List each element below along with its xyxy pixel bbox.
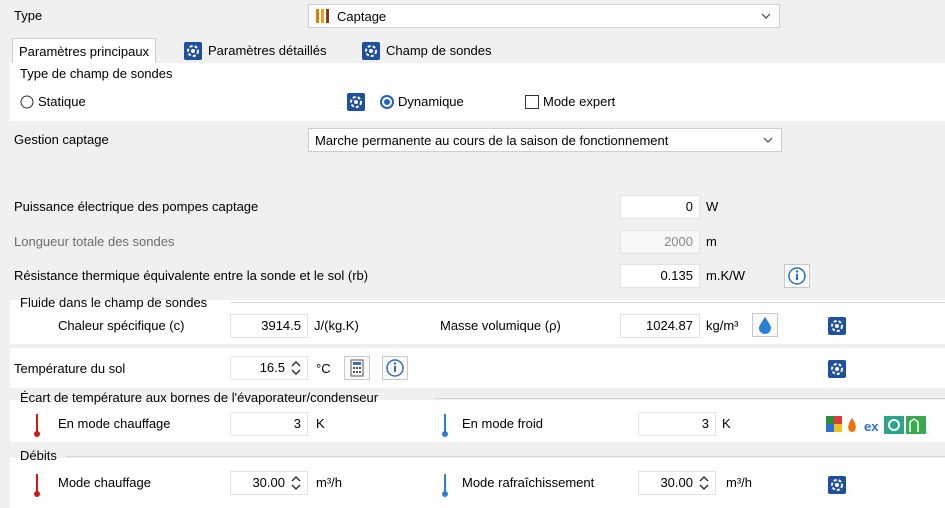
resistance-label: Résistance thermique équivalente entre l… xyxy=(14,268,369,283)
debit-rafraichissement-unit: m³/h xyxy=(726,475,752,490)
tab-champ-de-sondes[interactable]: Champ de sondes xyxy=(356,38,498,64)
ecart-chauffage-unit: K xyxy=(316,416,325,431)
divider xyxy=(230,302,945,303)
gear-icon[interactable] xyxy=(828,476,846,494)
debit-rafraichissement-label: Mode rafraîchissement xyxy=(462,475,595,490)
resistance-input[interactable]: 0.135 xyxy=(620,264,700,288)
ecart-title: Écart de température aux bornes de l'éva… xyxy=(20,390,379,405)
tab-label: Paramètres détaillés xyxy=(208,43,327,58)
type-label: Type xyxy=(14,8,43,23)
gear-icon[interactable] xyxy=(828,360,846,378)
debit-chauffage-unit: m³/h xyxy=(316,475,342,490)
debits-title: Débits xyxy=(20,448,57,463)
temp-sol-value: 16.5 xyxy=(259,360,285,375)
thermometer-cold-icon xyxy=(442,414,448,437)
puissance-label: Puissance électrique des pompes captage xyxy=(14,199,259,214)
tab-label: Paramètres principaux xyxy=(19,43,150,59)
debit-chauffage-value: 30.00 xyxy=(252,475,285,490)
longueur-input: 2000 xyxy=(620,230,700,254)
chevron-down-icon xyxy=(763,137,773,143)
ecart-chauffage-label: En mode chauffage xyxy=(58,416,171,431)
divider xyxy=(434,398,945,399)
type-champ-title: Type de champ de sondes xyxy=(20,66,173,81)
temp-sol-panel xyxy=(10,348,945,388)
spin-arrows-icon[interactable] xyxy=(289,359,303,377)
captage-icon xyxy=(316,9,329,23)
chaleur-unit: J/(kg.K) xyxy=(314,318,359,333)
gestion-label: Gestion captage xyxy=(14,132,109,147)
thermometer-hot-icon xyxy=(34,414,40,437)
gear-icon xyxy=(362,42,380,60)
water-drop-icon xyxy=(759,317,771,334)
radio-dynamique[interactable]: Dynamique xyxy=(380,94,464,109)
debit-rafraichissement-value: 30.00 xyxy=(660,475,693,490)
masse-unit: kg/m³ xyxy=(706,318,739,333)
type-select-value: Captage xyxy=(337,8,387,24)
radio-unchecked-icon xyxy=(20,95,34,108)
divider xyxy=(66,456,945,457)
ecart-froid-input[interactable]: 3 xyxy=(638,412,716,436)
radio-checked-icon xyxy=(380,94,394,109)
gear-icon xyxy=(184,42,202,60)
checkbox-icon xyxy=(525,94,539,109)
masse-label: Masse volumique (ρ) xyxy=(440,318,561,333)
debit-rafraichissement-spinbox[interactable]: 30.00 xyxy=(638,471,716,495)
gear-icon[interactable] xyxy=(347,93,365,111)
info-icon xyxy=(788,267,806,285)
longueur-unit: m xyxy=(706,234,717,249)
info-button[interactable] xyxy=(382,356,408,380)
thermometer-cold-icon xyxy=(442,474,448,497)
radio-statique-label: Statique xyxy=(38,94,86,109)
puissance-input[interactable]: 0 xyxy=(620,195,700,219)
calculator-button[interactable] xyxy=(344,356,370,380)
radio-statique[interactable]: Statique xyxy=(20,94,86,109)
ecart-chauffage-input[interactable]: 3 xyxy=(230,412,308,436)
gestion-select[interactable]: Marche permanente au cours de la saison … xyxy=(308,128,782,152)
ecart-froid-unit: K xyxy=(722,416,731,431)
masse-input[interactable]: 1024.87 xyxy=(620,314,700,338)
temp-sol-spinbox[interactable]: 16.5 xyxy=(230,356,308,380)
svg-text:ex: ex xyxy=(864,419,879,434)
longueur-label: Longueur totale des sondes xyxy=(14,234,175,249)
debit-chauffage-label: Mode chauffage xyxy=(58,475,151,490)
radio-dynamique-label: Dynamique xyxy=(398,94,464,109)
spin-arrows-icon[interactable] xyxy=(289,474,303,492)
thermometer-hot-icon xyxy=(34,474,40,497)
tab-parametres-detailles[interactable]: Paramètres détaillés xyxy=(178,38,333,64)
ecart-froid-label: En mode froid xyxy=(462,416,543,431)
type-select[interactable]: Captage xyxy=(308,4,780,28)
puissance-unit: W xyxy=(706,199,719,214)
temp-sol-label: Température du sol xyxy=(14,361,126,376)
tab-parametres-principaux[interactable]: Paramètres principaux xyxy=(12,38,157,64)
energy-labels-icon[interactable]: ex xyxy=(826,414,938,436)
mode-expert-checkbox[interactable]: Mode expert xyxy=(525,94,615,109)
info-button[interactable] xyxy=(784,264,810,288)
mode-expert-label: Mode expert xyxy=(543,94,616,109)
gear-icon[interactable] xyxy=(828,317,846,335)
chevron-down-icon xyxy=(761,13,771,19)
tab-label: Champ de sondes xyxy=(386,43,492,58)
water-button[interactable] xyxy=(752,313,778,337)
temp-sol-unit: °C xyxy=(316,361,331,376)
chaleur-label: Chaleur spécifique (c) xyxy=(58,318,185,333)
calculator-icon xyxy=(350,359,364,377)
fluide-title: Fluide dans le champ de sondes xyxy=(20,295,208,310)
debit-chauffage-spinbox[interactable]: 30.00 xyxy=(230,471,308,495)
spin-arrows-icon[interactable] xyxy=(697,474,711,492)
gestion-select-value: Marche permanente au cours de la saison … xyxy=(315,132,669,148)
resistance-unit: m.K/W xyxy=(706,268,745,283)
info-icon xyxy=(386,359,404,377)
chaleur-input[interactable]: 3914.5 xyxy=(230,314,308,338)
